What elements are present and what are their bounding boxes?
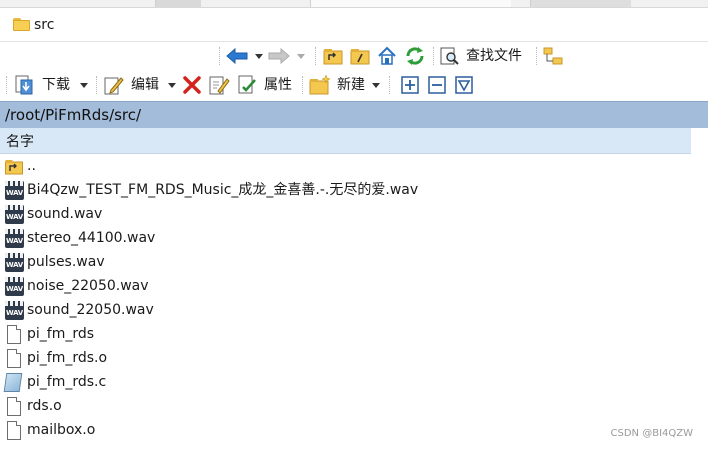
list-item[interactable]: pi_fm_rds.o: [0, 346, 691, 370]
tab[interactable]: [530, 0, 631, 7]
rename-icon[interactable]: [208, 74, 230, 96]
folder-tab-label: src: [34, 16, 55, 33]
tab[interactable]: [310, 0, 511, 7]
home-icon[interactable]: [377, 46, 397, 66]
separator: [389, 76, 390, 94]
file-name: sound_22050.wav: [27, 302, 154, 318]
list-item[interactable]: pi_fm_rds: [0, 322, 691, 346]
column-header-name[interactable]: 名字: [0, 128, 691, 154]
forward-icon[interactable]: [268, 48, 290, 64]
file-icon: [7, 325, 21, 344]
tab-strip: [0, 0, 708, 8]
file-manager-window: src 查找文件 下载 编辑 属性 新建 /root/PiFmRds/src/ …: [0, 0, 708, 449]
list-item[interactable]: WAV Bi4Qzw_TEST_FM_RDS_Music_成龙_金喜善.-.无尽…: [0, 178, 691, 202]
download-dropdown[interactable]: [80, 83, 88, 88]
properties-icon[interactable]: [236, 74, 258, 96]
new-button[interactable]: 新建: [337, 76, 365, 94]
file-icon: [7, 421, 21, 440]
list-item[interactable]: WAV sound_22050.wav: [0, 298, 691, 322]
parent-folder-icon: [5, 157, 24, 176]
list-item[interactable]: WAV pulses.wav: [0, 250, 691, 274]
current-path-bar[interactable]: /root/PiFmRds/src/: [0, 101, 708, 128]
file-name: stereo_44100.wav: [27, 230, 156, 246]
watermark: CSDN @BI4QZW: [610, 428, 693, 439]
back-icon[interactable]: [226, 48, 248, 64]
separator: [302, 76, 303, 94]
download-icon[interactable]: [13, 74, 35, 96]
list-item[interactable]: rds.o: [0, 394, 691, 418]
new-dropdown[interactable]: [372, 83, 380, 88]
list-item[interactable]: mailbox.o: [0, 418, 691, 442]
wav-file-icon: WAV: [5, 277, 24, 296]
file-name: pi_fm_rds.o: [27, 350, 108, 366]
separator: [536, 47, 537, 65]
file-name: rds.o: [27, 398, 62, 414]
navigation-toolbar: 查找文件: [0, 42, 708, 71]
folder-tab[interactable]: src: [0, 8, 708, 42]
wav-file-icon: WAV: [5, 301, 24, 320]
edit-dropdown[interactable]: [168, 83, 176, 88]
current-path: /root/PiFmRds/src/: [5, 106, 142, 124]
tab[interactable]: [155, 0, 201, 7]
list-item[interactable]: WAV noise_22050.wav: [0, 274, 691, 298]
separator: [433, 47, 434, 65]
edit-icon[interactable]: [103, 74, 125, 96]
file-name: noise_22050.wav: [27, 278, 149, 294]
new-folder-icon[interactable]: [309, 74, 331, 96]
file-name: sound.wav: [27, 206, 103, 222]
delete-icon[interactable]: [183, 76, 201, 94]
find-files-icon[interactable]: [440, 47, 460, 65]
list-item[interactable]: ..: [0, 154, 691, 178]
file-name: mailbox.o: [27, 422, 96, 438]
file-icon: [7, 349, 21, 368]
find-files-button[interactable]: 查找文件: [466, 47, 522, 65]
root-folder-icon[interactable]: [350, 47, 370, 65]
back-history-dropdown[interactable]: [255, 54, 263, 59]
c-source-file-icon: [3, 373, 23, 392]
folder-tree-icon[interactable]: [542, 46, 564, 66]
wav-file-icon: WAV: [5, 181, 24, 200]
wav-file-icon: WAV: [5, 253, 24, 272]
filter-icon[interactable]: [455, 76, 473, 94]
list-item[interactable]: WAV stereo_44100.wav: [0, 226, 691, 250]
column-header-label: 名字: [6, 133, 34, 150]
file-name: ..: [27, 158, 36, 174]
deselect-icon[interactable]: [428, 76, 446, 94]
separator: [315, 47, 316, 65]
parent-folder-icon[interactable]: [323, 47, 343, 65]
properties-button[interactable]: 属性: [264, 76, 292, 94]
forward-history-dropdown[interactable]: [297, 54, 305, 59]
toolbar-grip: [219, 47, 220, 65]
file-name: Bi4Qzw_TEST_FM_RDS_Music_成龙_金喜善.-.无尽的爱.w…: [27, 182, 419, 198]
select-all-icon[interactable]: [401, 76, 419, 94]
file-name: pi_fm_rds: [27, 326, 95, 342]
folder-icon: [13, 18, 30, 31]
download-button[interactable]: 下载: [42, 76, 70, 94]
list-item[interactable]: pi_fm_rds.c: [0, 370, 691, 394]
list-item[interactable]: WAV sound.wav: [0, 202, 691, 226]
file-name: pi_fm_rds.c: [27, 374, 107, 390]
toolbar-grip: [6, 76, 7, 94]
file-icon: [7, 397, 21, 416]
wav-file-icon: WAV: [5, 205, 24, 224]
file-name: pulses.wav: [27, 254, 105, 270]
edit-button[interactable]: 编辑: [131, 76, 159, 94]
wav-file-icon: WAV: [5, 229, 24, 248]
action-toolbar: 下载 编辑 属性 新建: [0, 71, 708, 100]
separator: [96, 76, 97, 94]
refresh-icon[interactable]: [404, 45, 426, 67]
